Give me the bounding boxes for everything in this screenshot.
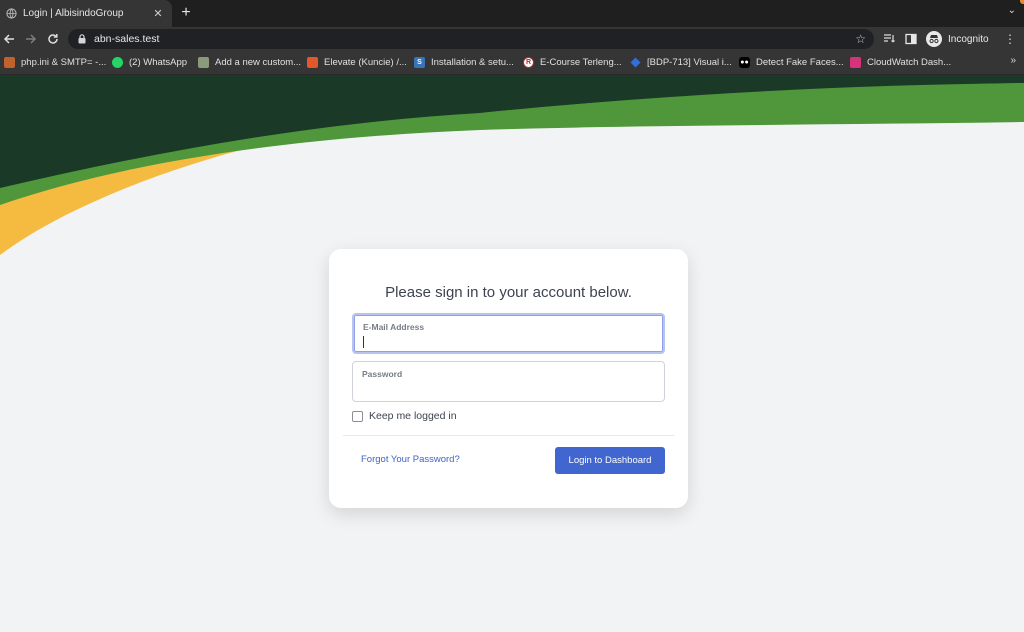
browser-toolbar: abn-sales.test ☆ Incognito ⋮ [0,27,1024,51]
reading-list-icon[interactable] [881,31,897,47]
forgot-password-link[interactable]: Forgot Your Password? [361,454,460,465]
back-arrow-icon[interactable] [0,30,18,48]
whatsapp-icon [112,57,123,68]
side-panel-icon[interactable] [903,31,919,47]
bookmark-item[interactable]: ●● Detect Fake Faces... [739,55,844,70]
incognito-icon [926,31,942,47]
bookmark-label: Installation & setu... [431,57,514,68]
notification-dot [1020,0,1024,4]
bookmark-item[interactable]: (2) WhatsApp [112,55,187,70]
bookmark-label: [BDP-713] Visual i... [647,57,732,68]
bookmark-label: CloudWatch Dash... [867,57,952,68]
bookmark-item[interactable]: CloudWatch Dash... [850,55,951,70]
browser-tab-active[interactable]: Login | AlbisindoGroup ✕ [0,0,172,27]
s-icon: S [414,57,425,68]
bookmark-item[interactable]: S Installation & setu... [414,55,514,70]
dots-icon: ●● [739,57,750,68]
incognito-profile-button[interactable]: Incognito [926,30,989,48]
url-text[interactable]: abn-sales.test [94,33,855,45]
text-caret [363,336,364,348]
globe-icon [6,8,17,19]
email-input[interactable] [362,335,652,349]
incognito-label: Incognito [948,33,989,45]
password-field[interactable]: Password [352,361,665,402]
browser-tab-bar: Login | AlbisindoGroup ✕ + ⌄ [0,0,1024,27]
forward-arrow-icon[interactable] [22,30,40,48]
tab-title: Login | AlbisindoGroup [23,8,124,19]
bookmark-star-icon[interactable]: ☆ [855,32,866,46]
email-label: E-Mail Address [363,322,425,332]
card-divider [343,435,674,436]
bookmarks-overflow-chevron[interactable]: » [1010,55,1016,66]
new-tab-button[interactable]: + [178,4,194,22]
bookmark-item[interactable]: [BDP-713] Visual i... [630,55,732,70]
tab-close-icon[interactable]: ✕ [150,7,166,20]
remember-me-row[interactable]: Keep me logged in [352,410,457,422]
reload-icon[interactable] [44,30,62,48]
lock-icon [78,34,86,44]
bookmark-label: E-Course Terleng... [540,57,622,68]
login-button[interactable]: Login to Dashboard [555,447,665,474]
gitlab-icon [307,57,318,68]
bookmark-item[interactable]: Elevate (Kuncie) /... [307,55,407,70]
tab-search-chevron-icon[interactable]: ⌄ [1008,5,1016,16]
login-heading: Please sign in to your account below. [385,284,632,301]
bookmark-label: (2) WhatsApp [129,57,188,68]
bookmark-label: Detect Fake Faces... [756,57,844,68]
login-card: Please sign in to your account below. E-… [329,249,688,508]
page-thumb-icon [198,57,209,68]
login-page: Please sign in to your account below. E-… [0,75,1024,632]
bookmark-item[interactable]: Add a new custom... [198,55,301,70]
php-icon [4,57,15,68]
bookmark-label: Elevate (Kuncie) /... [324,57,407,68]
password-input[interactable] [361,382,651,396]
address-bar[interactable]: abn-sales.test ☆ [68,29,874,49]
email-field[interactable]: E-Mail Address [352,313,665,354]
bookmarks-bar: php.ini & SMTP= -... (2) WhatsApp Add a … [0,51,1024,75]
password-label: Password [362,369,403,379]
jira-icon [630,57,641,68]
bookmark-item[interactable]: php.ini & SMTP= -... [4,55,106,70]
bookmark-item[interactable]: R E-Course Terleng... [523,55,622,70]
r-circle-icon: R [523,57,534,68]
cloudwatch-icon [850,57,861,68]
remember-me-checkbox[interactable] [352,410,363,422]
browser-menu-icon[interactable]: ⋮ [1004,31,1016,47]
bookmark-label: Add a new custom... [215,57,302,68]
remember-me-label[interactable]: Keep me logged in [369,410,457,422]
bookmark-label: php.ini & SMTP= -... [21,57,107,68]
